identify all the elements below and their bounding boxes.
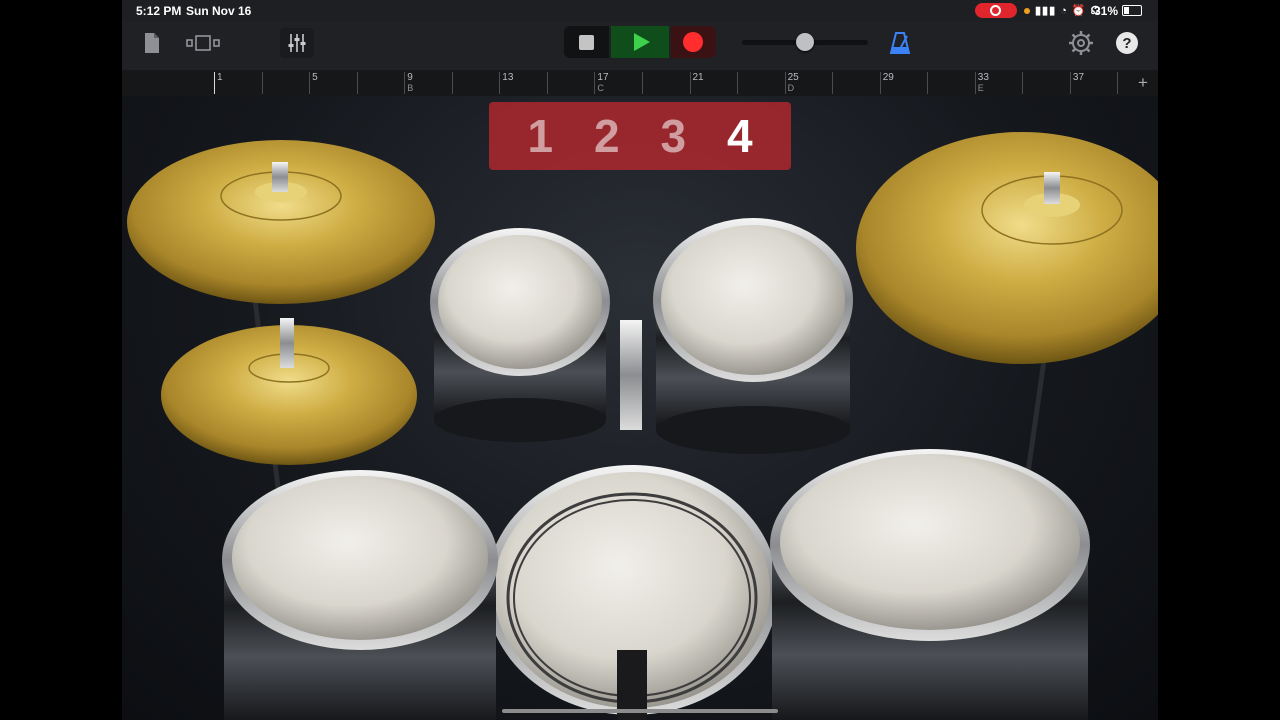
count-number: 1 — [527, 110, 554, 162]
tom-2[interactable] — [653, 218, 853, 454]
garageband-drums-screen: 5:12 PM Sun Nov 16 ▮▮▮ ◔ ⏰ ☊ 31% ? 1 5 9… — [122, 0, 1158, 720]
kick-drum[interactable] — [486, 465, 778, 720]
count-number: 3 — [660, 110, 687, 162]
count-number: 4 — [726, 110, 753, 162]
tom-mount — [620, 320, 642, 430]
ride-cymbal[interactable] — [856, 132, 1158, 364]
count-in-overlay: 1 2 3 4 — [489, 102, 791, 170]
floor-tom-left[interactable] — [222, 470, 498, 720]
hi-hat[interactable] — [161, 318, 417, 465]
floor-tom-right[interactable] — [770, 449, 1090, 720]
crash-cymbal[interactable] — [127, 140, 435, 304]
tom-1[interactable] — [430, 228, 610, 442]
count-number: 2 — [593, 110, 620, 162]
home-indicator[interactable] — [502, 709, 778, 713]
